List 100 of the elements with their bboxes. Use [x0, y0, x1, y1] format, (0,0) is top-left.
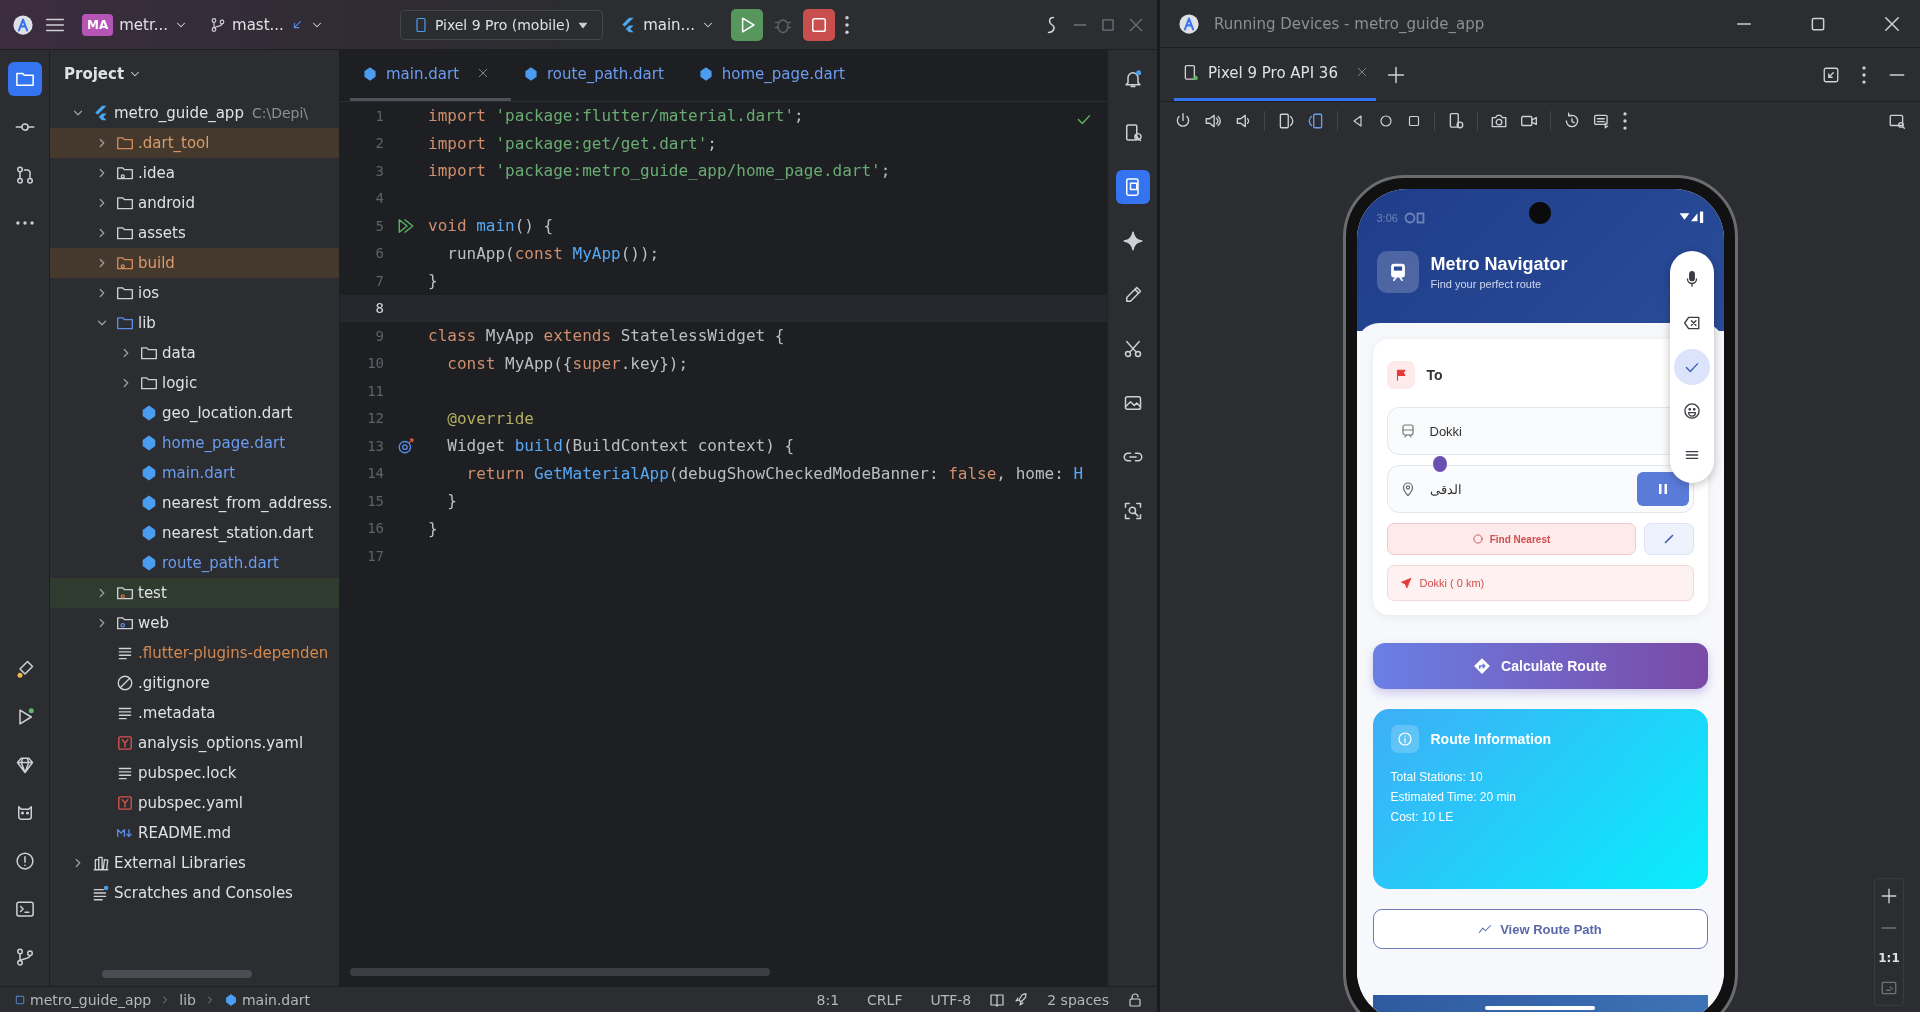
branch-icon [210, 16, 227, 33]
add-tab-icon[interactable] [1385, 64, 1406, 85]
run-button[interactable] [730, 8, 763, 41]
tree-item[interactable]: pubspec.yaml [50, 788, 339, 818]
more-icon[interactable] [1623, 112, 1627, 130]
close-tab-icon[interactable] [477, 67, 489, 79]
code-line: return GetMaterialApp(debugShowCheckedModeBanner: false, home: H [465, 463, 1084, 483]
breadcrumb[interactable]: main.dart [223, 991, 311, 1008]
tree-item[interactable]: main.dart [50, 458, 339, 488]
more-icon[interactable] [844, 14, 849, 35]
tree-item[interactable]: nearest_from_address. [50, 488, 339, 518]
scrollbar[interactable] [350, 968, 770, 976]
app-logo-icon[interactable] [12, 13, 34, 36]
file-encoding[interactable]: UTF-8 [920, 991, 982, 1008]
stop-button[interactable] [802, 8, 835, 41]
overview-icon[interactable] [1406, 113, 1422, 129]
volume-up-icon[interactable] [1204, 112, 1222, 130]
code-line: import 'package:flutter/material.dart'; [428, 106, 804, 126]
tree-item[interactable]: ios [50, 278, 339, 308]
device-tab[interactable]: Pixel 9 Pro API 36 [1174, 48, 1376, 101]
tree-item[interactable]: test [50, 578, 339, 608]
fit-screen-icon[interactable] [1880, 979, 1898, 997]
tree-item[interactable]: analysis_options.yaml [50, 728, 339, 758]
tree-item[interactable]: web [50, 608, 339, 638]
editor-tab[interactable]: home_page.dart [685, 50, 867, 101]
dart-file-icon [140, 464, 158, 482]
tree-item[interactable]: .dart_tool [50, 128, 339, 158]
tree-item[interactable]: .idea [50, 158, 339, 188]
project-selector[interactable]: MA metr... [76, 9, 195, 40]
power-icon[interactable] [1174, 112, 1192, 130]
panel-title[interactable]: Project [64, 65, 125, 83]
rotate-left-icon[interactable] [1277, 112, 1295, 130]
circle-icon [1471, 533, 1484, 545]
home-icon[interactable] [1378, 113, 1394, 129]
address-field[interactable]: الدقى [1386, 465, 1694, 513]
text-cursor-handle[interactable] [1432, 456, 1447, 472]
status-time: 3:06 [1376, 212, 1398, 224]
tree-item[interactable]: pubspec.lock [50, 758, 339, 788]
tree-item[interactable]: build [50, 248, 339, 278]
tree-item[interactable]: lib [50, 308, 339, 338]
more-icon[interactable] [1862, 65, 1866, 84]
override-gutter-icon[interactable] [397, 436, 415, 455]
close-tab-icon[interactable] [1355, 66, 1368, 78]
train-icon [1399, 423, 1416, 439]
tool-window-button[interactable] [1115, 170, 1150, 204]
code-line: } [428, 518, 438, 538]
tree-item[interactable]: data [50, 338, 339, 368]
route-detail: Estimated Time: 20 min [1390, 789, 1517, 806]
tree-item[interactable]: External Libraries [50, 848, 339, 878]
tree-item[interactable]: android [50, 188, 339, 218]
calculate-route-button[interactable]: Calculate Route [1372, 643, 1708, 689]
volume-down-icon[interactable] [1234, 112, 1252, 130]
branch-selector[interactable]: mast... [204, 11, 330, 38]
breadcrumb[interactable]: metro_guide_app [14, 991, 152, 1008]
breadcrumb[interactable]: lib [179, 991, 196, 1008]
tree-item[interactable]: metro_guide_app C:\Depi\ [50, 98, 339, 128]
run-gutter-icon[interactable] [397, 216, 415, 235]
folder-icon [140, 374, 158, 392]
find-nearest-button[interactable]: Find Nearest [1386, 523, 1636, 555]
code-line: const MyApp({super.key}); [446, 353, 689, 373]
tree-item[interactable]: .flutter-plugins-dependen [50, 638, 339, 668]
device-search-icon[interactable] [1888, 112, 1906, 130]
view-route-path-button[interactable]: View Route Path [1372, 909, 1708, 949]
rocket-icon[interactable] [1013, 991, 1030, 1008]
folder-icon [116, 584, 134, 602]
tree-item[interactable]: logic [50, 368, 339, 398]
map-button[interactable] [1636, 472, 1689, 506]
lock-icon[interactable] [1127, 991, 1143, 1008]
tree-item[interactable]: Scratches and Consoles [50, 878, 339, 908]
backspace-icon[interactable] [1682, 314, 1701, 332]
reset-icon[interactable] [1563, 112, 1581, 130]
tree-item[interactable]: home_page.dart [50, 428, 339, 458]
camera-icon[interactable] [1490, 112, 1508, 130]
run-config-selector[interactable]: main... [613, 11, 721, 38]
dock-icon[interactable] [1822, 65, 1840, 84]
book-icon[interactable] [989, 991, 1006, 1008]
tool-window-button[interactable] [7, 62, 42, 96]
tree-item[interactable]: assets [50, 218, 339, 248]
diamond-icon [14, 755, 35, 775]
app-logo-icon[interactable] [1178, 12, 1200, 35]
indent-setting[interactable]: 2 spaces [1037, 991, 1119, 1008]
scrollbar[interactable] [102, 970, 252, 978]
editor-tab[interactable]: main.dart [350, 50, 511, 101]
phone-settings-icon[interactable] [1447, 112, 1465, 130]
line-ending[interactable]: CRLF [857, 991, 913, 1008]
zoom-in-icon[interactable] [1880, 887, 1898, 905]
device-selector[interactable]: Pixel 9 Pro (mobile) [399, 9, 604, 40]
editor-tab[interactable]: route_path.dart [511, 50, 686, 101]
code-line: } [446, 491, 457, 511]
rotate-right-icon[interactable] [1307, 112, 1325, 130]
tree-item[interactable]: README.md [50, 818, 339, 848]
tree-item[interactable]: route_path.dart [50, 548, 339, 578]
tree-item[interactable]: .metadata [50, 698, 339, 728]
caret-position[interactable]: 8:1 [806, 991, 850, 1008]
tree-item[interactable]: .gitignore [50, 668, 339, 698]
actual-size-button[interactable]: 1:1 [1878, 951, 1900, 965]
tree-item[interactable]: geo_location.dart [50, 398, 339, 428]
tree-item[interactable]: nearest_station.dart [50, 518, 339, 548]
emoji-icon[interactable] [1682, 402, 1701, 420]
keyboard-icon[interactable] [1593, 112, 1611, 130]
